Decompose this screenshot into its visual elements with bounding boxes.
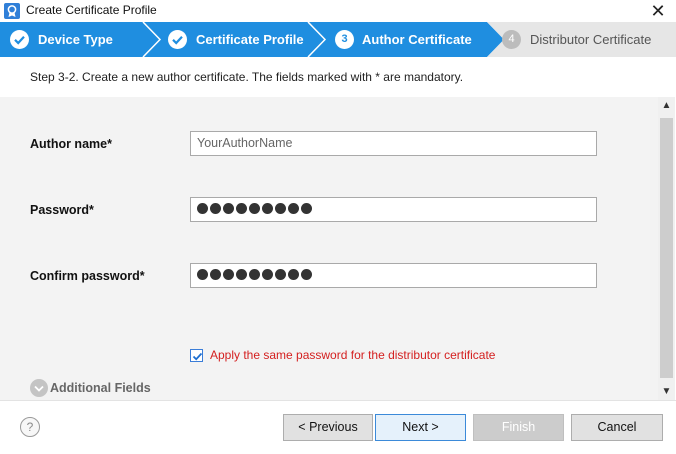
password-dot: [197, 203, 208, 214]
password-dot: [301, 269, 312, 280]
help-icon[interactable]: ?: [20, 417, 40, 437]
password-dot: [288, 203, 299, 214]
password-dot: [223, 269, 234, 280]
password-dot: [262, 269, 273, 280]
password-dot: [249, 203, 260, 214]
password-mask: [197, 203, 312, 214]
vertical-scrollbar[interactable]: ▲ ▼: [658, 97, 675, 400]
scrollbar-thumb[interactable]: [660, 118, 673, 378]
confirm-password-mask: [197, 269, 312, 280]
confirm-password-label: Confirm password*: [30, 269, 145, 283]
apply-same-password-row[interactable]: Apply the same password for the distribu…: [190, 348, 495, 362]
finish-button[interactable]: Finish: [473, 414, 564, 441]
next-button[interactable]: Next >: [375, 414, 466, 441]
password-field[interactable]: [190, 197, 597, 222]
password-dot: [223, 203, 234, 214]
password-dot: [275, 203, 286, 214]
step-3-number: 3: [335, 30, 354, 49]
chevron-down-icon: [30, 379, 48, 397]
password-dot: [301, 203, 312, 214]
step-3-label: Author Certificate: [362, 32, 472, 47]
step-4-label: Distributor Certificate: [530, 32, 652, 47]
apply-same-password-label: Apply the same password for the distribu…: [210, 348, 496, 362]
wizard-steps: Device Type Certificate Profile 3 Author…: [0, 22, 676, 57]
step-2-check-icon: [168, 30, 187, 49]
password-dot: [210, 269, 221, 280]
certificate-app-icon: [4, 3, 20, 19]
step-1-label: Device Type: [38, 32, 113, 47]
confirm-password-field[interactable]: [190, 263, 597, 288]
form-panel: Author name* YourAuthorName Password* Co…: [0, 97, 658, 400]
title-bar: Create Certificate Profile ✕: [0, 0, 676, 22]
footer-divider: [0, 400, 676, 401]
additional-fields-label: Additional Fields: [50, 381, 151, 395]
previous-button[interactable]: < Previous: [283, 414, 373, 441]
step-4-number: 4: [502, 30, 521, 49]
checkmark-icon: [192, 352, 203, 360]
password-dot: [288, 269, 299, 280]
author-name-placeholder: YourAuthorName: [197, 136, 293, 150]
password-dot: [197, 269, 208, 280]
password-dot: [210, 203, 221, 214]
instruction-text: Step 3-2. Create a new author certificat…: [30, 70, 464, 84]
author-name-input[interactable]: YourAuthorName: [190, 131, 597, 156]
password-dot: [249, 269, 260, 280]
password-dot: [236, 269, 247, 280]
step-1-check-icon: [10, 30, 29, 49]
password-label: Password*: [30, 203, 94, 217]
password-dot: [262, 203, 273, 214]
apply-same-password-checkbox[interactable]: [190, 348, 203, 362]
author-name-label: Author name*: [30, 137, 112, 151]
scroll-down-icon[interactable]: ▼: [658, 383, 675, 400]
password-dot: [236, 203, 247, 214]
cancel-button[interactable]: Cancel: [571, 414, 663, 441]
step-2-label: Certificate Profile: [196, 32, 304, 47]
window-title: Create Certificate Profile: [26, 3, 157, 17]
scroll-up-icon[interactable]: ▲: [658, 97, 675, 114]
password-dot: [275, 269, 286, 280]
additional-fields-toggle[interactable]: Additional Fields: [30, 379, 151, 397]
close-icon[interactable]: ✕: [648, 1, 668, 21]
